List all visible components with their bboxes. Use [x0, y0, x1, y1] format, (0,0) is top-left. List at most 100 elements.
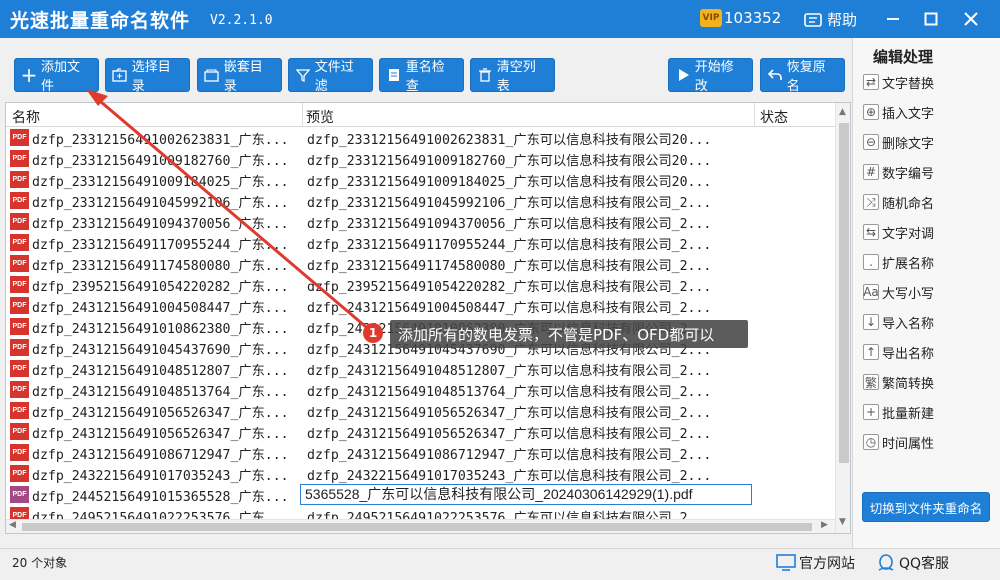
- edit-item[interactable]: # 数字编号: [863, 160, 934, 184]
- edit-item[interactable]: 繁繁简转换: [863, 370, 934, 394]
- pdf-file-icon: PDF: [10, 129, 29, 146]
- table-row[interactable]: PDF dzfp_23312156491002623831_广东... dzfp_2…: [6, 127, 836, 148]
- monitor-icon: [776, 554, 796, 571]
- pdf-file-icon: PDF: [10, 255, 29, 272]
- restore-name-button[interactable]: 恢复原名: [760, 58, 845, 94]
- help-icon: [804, 12, 822, 27]
- column-preview[interactable]: 预览: [306, 107, 334, 127]
- table-row[interactable]: PDF dzfp_24312156491056526347_广东... dzfp_2…: [6, 421, 836, 442]
- table-row[interactable]: PDF dzfp_23312156491170955244_广东... dzfp_2…: [6, 232, 836, 253]
- switch-to-folder-rename-button[interactable]: 切换到文件夹重命名: [862, 492, 990, 522]
- edit-item[interactable]: ↑ 导出名称: [863, 340, 934, 364]
- table-row[interactable]: PDF dzfp_23312156491009184025_广东... dzfp_2…: [6, 169, 836, 190]
- help-button[interactable]: 帮助: [804, 9, 857, 30]
- edit-item[interactable]: ◷ 时间属性: [863, 430, 934, 454]
- scroll-right-icon[interactable]: ▶: [821, 520, 828, 530]
- edit-item[interactable]: + 批量新建: [863, 400, 934, 424]
- preview-edit-field[interactable]: 5365528_广东可以信息科技有限公司_20240306142929(1).p…: [300, 484, 752, 505]
- maximize-button[interactable]: [918, 6, 944, 32]
- edit-item-label: 繁简转换: [882, 376, 935, 392]
- replace-icon: ⇄: [863, 74, 879, 90]
- scroll-down-icon[interactable]: ▼: [839, 517, 846, 527]
- file-name-cell: dzfp_24312156491048513764_广东...: [32, 385, 289, 400]
- preview-cell: dzfp_23312156491009184025_广东可以信息科技有限公司20…: [307, 175, 712, 190]
- table-row[interactable]: PDF dzfp_24312156491048512807_广东... dzfp_2…: [6, 358, 836, 379]
- vip-account[interactable]: VIP 103352: [700, 9, 781, 27]
- add-file-button[interactable]: + 添加文件: [14, 58, 99, 94]
- table-row[interactable]: PDF dzfp_24322156491017035243_广东... dzfp_2…: [6, 463, 836, 484]
- edit-item[interactable]: Aa 大写小写: [863, 280, 934, 304]
- insert-icon: ⊕: [863, 104, 879, 120]
- rename-check-button[interactable]: 重名检查: [379, 58, 464, 94]
- vertical-scrollbar[interactable]: ▲ ▼: [835, 103, 850, 533]
- table-row[interactable]: PDF dzfp_23312156491174580080_广东... dzfp_2…: [6, 253, 836, 274]
- nested-folder-icon: [204, 67, 220, 83]
- file-name-cell: dzfp_24312156491004508447_广东...: [32, 301, 289, 316]
- preview-cell: dzfp_24312156491048513764_广东可以信息科技有限公司_2…: [307, 385, 712, 400]
- file-list[interactable]: 名称 预览 状态 PDF dzfp_23312156491002623831_广东…: [5, 102, 851, 534]
- scroll-left-icon[interactable]: ◀: [9, 520, 16, 530]
- edit-item-label: 批量新建: [882, 406, 935, 422]
- column-divider[interactable]: [302, 103, 303, 127]
- case-icon: Aa: [863, 284, 879, 300]
- file-filter-button[interactable]: 文件过滤: [288, 58, 373, 94]
- edit-item[interactable]: ↓ 导入名称: [863, 310, 934, 334]
- table-row[interactable]: PDF dzfp_24452156491015365528_广东... 536552…: [6, 484, 836, 505]
- toolbar: + 添加文件 选择目录 嵌套目录 文件过滤 重名检查 清空列表 开始修改 恢复原…: [0, 38, 852, 100]
- trash-icon: [477, 67, 493, 83]
- choose-dir-button[interactable]: 选择目录: [105, 58, 190, 94]
- column-name[interactable]: 名称: [12, 107, 40, 127]
- table-row[interactable]: PDF dzfp_23312156491045992106_广东... dzfp_2…: [6, 190, 836, 211]
- table-row[interactable]: PDF dzfp_23312156491094370056_广东... dzfp_2…: [6, 211, 836, 232]
- app-title: 光速批量重命名软件: [10, 10, 191, 32]
- add-file-label: 添加文件: [41, 60, 81, 94]
- vip-crown-icon: VIP: [700, 9, 722, 27]
- horizontal-scrollbar[interactable]: ◀ ▶: [6, 519, 835, 533]
- nested-dir-button[interactable]: 嵌套目录: [197, 58, 282, 94]
- clear-list-button[interactable]: 清空列表: [470, 58, 555, 94]
- edit-item[interactable]: ⇄ 文字替换: [863, 70, 934, 94]
- official-site-link[interactable]: 官方网站: [776, 553, 855, 573]
- file-name-cell: dzfp_24312156491086712947_广东...: [32, 448, 289, 463]
- preview-cell: dzfp_23952156491054220282_广东可以信息科技有限公司_2…: [307, 280, 712, 295]
- app-version: V2.2.1.0: [210, 13, 273, 28]
- close-button[interactable]: [958, 6, 984, 32]
- pdf-file-icon: PDF: [10, 360, 29, 377]
- pdf-file-icon: PDF: [10, 423, 29, 440]
- edit-item[interactable]: ⊖ 删除文字: [863, 130, 934, 154]
- edit-item-label: 插入文字: [882, 106, 935, 122]
- scroll-thumb[interactable]: [839, 123, 849, 463]
- table-row[interactable]: PDF dzfp_24312156491056526347_广东... dzfp_2…: [6, 400, 836, 421]
- file-name-cell: dzfp_24312156491056526347_广东...: [32, 427, 289, 442]
- edit-item[interactable]: . 扩展名称: [863, 250, 934, 274]
- column-divider[interactable]: [754, 103, 755, 127]
- preview-cell: dzfp_24322156491017035243_广东可以信息科技有限公司_2…: [307, 469, 712, 484]
- pdf-file-icon: PDF: [10, 213, 29, 230]
- edit-item-label: 大写小写: [882, 286, 935, 302]
- export-icon: ↑: [863, 344, 879, 360]
- qq-service-link[interactable]: QQ客服: [876, 553, 949, 573]
- preview-cell: dzfp_23312156491045992106_广东可以信息科技有限公司_2…: [307, 196, 712, 211]
- edit-item[interactable]: ⊕ 插入文字: [863, 100, 934, 124]
- column-status[interactable]: 状态: [760, 107, 788, 127]
- table-row[interactable]: PDF dzfp_24312156491004508447_广东... dzfp_2…: [6, 295, 836, 316]
- edit-item[interactable]: ⤨ 随机命名: [863, 190, 934, 214]
- table-row[interactable]: PDF dzfp_24312156491048513764_广东... dzfp_2…: [6, 379, 836, 400]
- preview-cell: dzfp_23312156491174580080_广东可以信息科技有限公司_2…: [307, 259, 712, 274]
- file-name-cell: dzfp_24312156491048512807_广东...: [32, 364, 289, 379]
- play-icon: [675, 67, 691, 83]
- preview-cell: dzfp_24312156491086712947_广东可以信息科技有限公司_2…: [307, 448, 712, 463]
- start-modify-button[interactable]: 开始修改: [668, 58, 753, 94]
- object-count: 20 个对象: [12, 556, 68, 570]
- minimize-button[interactable]: [880, 6, 906, 32]
- table-row[interactable]: PDF dzfp_24312156491086712947_广东... dzfp_2…: [6, 442, 836, 463]
- maximize-icon: [924, 12, 938, 26]
- scroll-up-icon[interactable]: ▲: [839, 107, 846, 117]
- edit-item[interactable]: ⇆ 文字对调: [863, 220, 934, 244]
- scroll-thumb[interactable]: [22, 523, 812, 531]
- table-row[interactable]: PDF dzfp_23952156491054220282_广东... dzfp_2…: [6, 274, 836, 295]
- nested-dir-label: 嵌套目录: [223, 60, 263, 94]
- plus-icon: +: [20, 63, 38, 87]
- edit-item-label: 时间属性: [882, 436, 935, 452]
- table-row[interactable]: PDF dzfp_23312156491009182760_广东... dzfp_2…: [6, 148, 836, 169]
